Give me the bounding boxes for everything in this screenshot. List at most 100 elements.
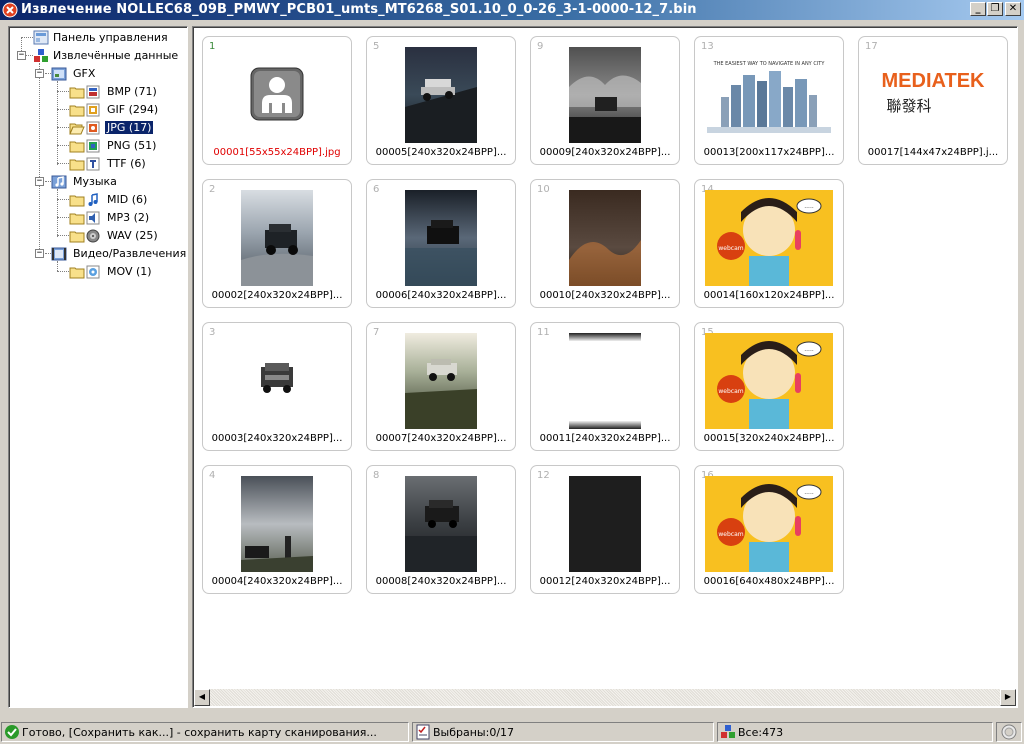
- folder-icon: [69, 195, 85, 207]
- thumbnail-caption: 00017[144x47x24BPP].j...: [867, 147, 999, 158]
- thumbnail-caption: 00015[320x240x24BPP]...: [703, 433, 835, 444]
- thumbnail-16[interactable]: 16 webcam ..... 00016[640x480x24BPP]...: [694, 465, 844, 594]
- thumbnail-1[interactable]: 1 00001[55x55x24BPP].jpg: [202, 36, 352, 165]
- tree-item-mp3[interactable]: MP3 (2): [69, 209, 179, 227]
- thumbnail-9[interactable]: 9 00009[240x320x24BPP]...: [530, 36, 680, 165]
- thumbnail-12[interactable]: 12 00012[240x320x24BPP]...: [530, 465, 680, 594]
- offroad-car-water-image: [405, 190, 477, 286]
- gfx-folder-icon: [51, 67, 67, 81]
- collapse-music-toggle[interactable]: −: [35, 177, 44, 186]
- collapse-gfx-toggle[interactable]: −: [35, 69, 44, 78]
- thumbnail-grid[interactable]: 1 00001[55x55x24BPP].jpg 5 00005[240x320…: [192, 26, 1018, 708]
- thumbnail-caption: 00010[240x320x24BPP]...: [539, 290, 671, 301]
- mediatek-chinese-text: 聯發科: [886, 97, 931, 115]
- thumbnail-2[interactable]: 2 00002[240x320x24BPP]...: [202, 179, 352, 308]
- status-panel-indicator: [996, 722, 1022, 742]
- tree-item-mid[interactable]: MID (6): [69, 191, 179, 209]
- tree-item-control-panel[interactable]: Панель управления: [33, 29, 183, 47]
- status-panel-ready: Готово, [Сохранить как...] - сохранить к…: [1, 722, 409, 742]
- thumbnail-caption: 00014[160x120x24BPP]...: [703, 290, 835, 301]
- thumbnail-15[interactable]: 15 webcam ..... 00015[320x240x24BPP]...: [694, 322, 844, 451]
- thumbnail-caption: 00016[640x480x24BPP]...: [703, 576, 835, 587]
- dark-blank-image: [569, 476, 641, 572]
- title-bar[interactable]: Извлечение NOLLEC68_09B_PMWY_PCB01_umts_…: [0, 0, 1024, 20]
- mp3-icon: [86, 211, 100, 225]
- thumbnail-caption: 00006[240x320x24BPP]...: [375, 290, 507, 301]
- restore-button[interactable]: ❐: [987, 2, 1003, 16]
- thumbnail-3[interactable]: 3 00003[240x320x24BPP]...: [202, 322, 352, 451]
- webcam-girl-image: webcam .....: [705, 333, 833, 429]
- speech-dots-text: .....: [804, 203, 814, 210]
- tree-item-jpg[interactable]: JPG (17): [69, 119, 179, 137]
- tree-item-gfx[interactable]: GFX: [51, 65, 181, 83]
- tree-item-png[interactable]: PNG (51): [69, 137, 179, 155]
- folder-icon: [69, 159, 85, 171]
- collapse-video-toggle[interactable]: −: [35, 249, 44, 258]
- tree-item-extracted[interactable]: Извлечённые данные: [33, 47, 183, 65]
- thumbnail-caption: 00011[240x320x24BPP]...: [539, 433, 671, 444]
- mov-icon: [86, 265, 100, 279]
- folder-open-icon: [69, 123, 85, 135]
- thumbnail-17[interactable]: 17 MEDIATEK 聯發科 00017[144x47x24BPP].j...: [858, 36, 1008, 165]
- tree-item-music[interactable]: Музыка: [51, 173, 181, 191]
- tree-label: Извлечённые данные: [53, 49, 179, 62]
- scroll-right-button[interactable]: ▶: [1000, 689, 1016, 706]
- thumbnail-13[interactable]: 13 THE EASIEST WAY TO NAVIGATE IN ANY CI…: [694, 36, 844, 165]
- gradient-bars-image: [569, 333, 641, 429]
- mediatek-logo-text: MEDIATEK: [882, 70, 986, 92]
- status-selected-text: Выбраны:0/17: [433, 726, 515, 739]
- tree-label: GFX: [73, 67, 96, 80]
- city-tagline-text: THE EASIEST WAY TO NAVIGATE IN ANY CITY: [713, 61, 826, 67]
- thumbnail-caption: 00013[200x117x24BPP]...: [703, 147, 835, 158]
- thumbnail-number: 12: [537, 470, 550, 481]
- webcam-girl-image: webcam .....: [705, 190, 833, 286]
- status-total-text: Все:473: [738, 726, 784, 739]
- folder-icon: [69, 231, 85, 243]
- tree-item-bmp[interactable]: BMP (71): [69, 83, 179, 101]
- folder-icon: [69, 213, 85, 225]
- thumbnail-number: 8: [373, 470, 380, 481]
- jpg-icon: [86, 121, 100, 135]
- thumbnail-10[interactable]: 10 00010[240x320x24BPP]...: [530, 179, 680, 308]
- thumbnail-caption: 00001[55x55x24BPP].jpg: [213, 147, 341, 158]
- thumbnail-number: 3: [209, 327, 216, 338]
- thumbnail-caption: 00003[240x320x24BPP]...: [211, 433, 343, 444]
- tree-item-mov[interactable]: MOV (1): [69, 263, 179, 281]
- folder-tree[interactable]: − − − − Панель управления Извлечённые да…: [8, 26, 188, 708]
- tree-label: Видео/Развлечения: [73, 247, 187, 260]
- abstract-wave-image: [569, 190, 641, 286]
- tree-label: GIF (294): [107, 103, 159, 116]
- thumbnail-14[interactable]: 14 webcam ..... 00014[160x120x24BPP]...: [694, 179, 844, 308]
- horizontal-scrollbar[interactable]: ◀ ▶: [194, 689, 1016, 706]
- thumbnail-5[interactable]: 5 00005[240x320x24BPP]...: [366, 36, 516, 165]
- minimize-button[interactable]: _: [970, 2, 986, 16]
- tree-item-gif[interactable]: GIF (294): [69, 101, 179, 119]
- user-avatar-image: [250, 67, 304, 121]
- png-icon: [86, 139, 100, 153]
- music-folder-icon: [51, 175, 67, 189]
- speaker-icon: [86, 229, 100, 243]
- close-button[interactable]: ✕: [1005, 2, 1021, 16]
- thumbnail-8[interactable]: 8 00008[240x320x24BPP]...: [366, 465, 516, 594]
- thumbnail-caption: 00008[240x320x24BPP]...: [375, 576, 507, 587]
- thumbnail-4[interactable]: 4 00004[240x320x24BPP]...: [202, 465, 352, 594]
- thumbnail-7[interactable]: 7 00007[240x320x24BPP]...: [366, 322, 516, 451]
- collapse-extracted-toggle[interactable]: −: [17, 51, 26, 60]
- midi-note-icon: [88, 193, 98, 206]
- thumbnail-caption: 00002[240x320x24BPP]...: [211, 290, 343, 301]
- thumbnail-number: 6: [373, 184, 380, 195]
- tree-item-video[interactable]: Видео/Развлечения: [51, 245, 187, 263]
- tree-item-wav[interactable]: WAV (25): [69, 227, 179, 245]
- splash-car-image: [569, 47, 641, 143]
- scroll-left-button[interactable]: ◀: [194, 689, 210, 706]
- suv-landscape-image: [405, 333, 477, 429]
- thumbnail-number: 2: [209, 184, 216, 195]
- tree-label: PNG (51): [107, 139, 157, 152]
- folder-icon: [69, 267, 85, 279]
- tree-label: JPG (17): [103, 120, 155, 135]
- app-icon: [2, 2, 18, 18]
- tree-item-ttf[interactable]: TTF (6): [69, 155, 179, 173]
- thumbnail-11[interactable]: 11 00011[240x320x24BPP]...: [530, 322, 680, 451]
- check-icon: [5, 725, 19, 739]
- thumbnail-6[interactable]: 6 00006[240x320x24BPP]...: [366, 179, 516, 308]
